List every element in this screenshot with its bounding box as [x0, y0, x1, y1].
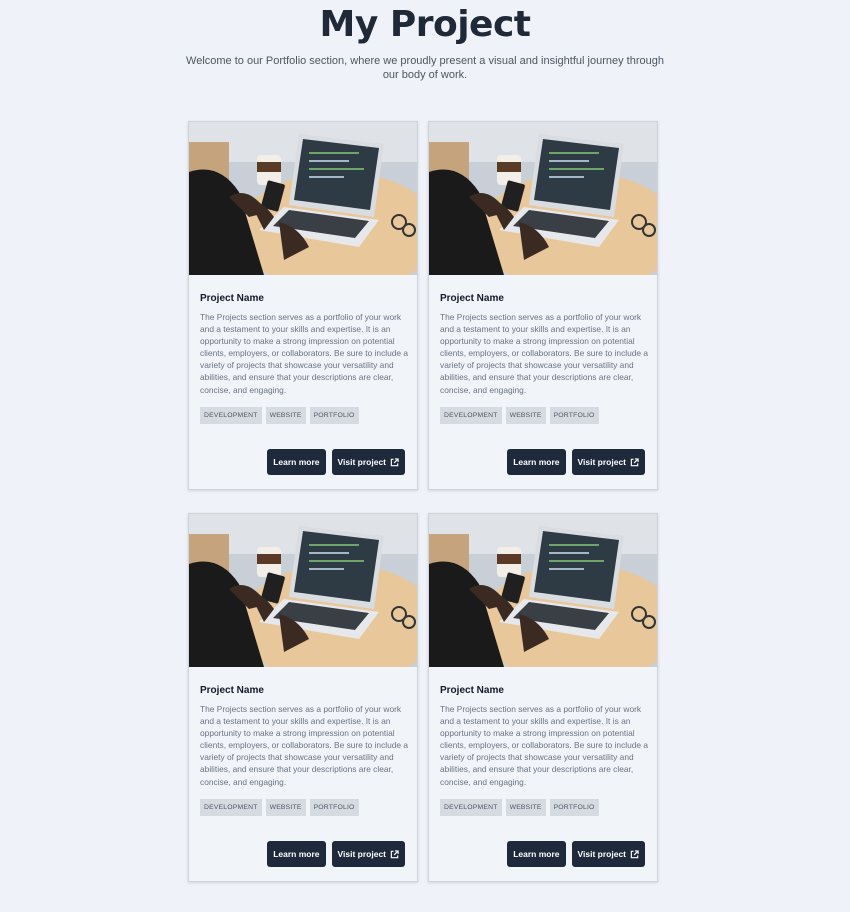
- learn-more-label: Learn more: [273, 849, 320, 859]
- project-name: Project Name: [200, 685, 264, 696]
- project-name: Project Name: [440, 293, 504, 304]
- visit-project-label: Visit project: [577, 457, 627, 467]
- tag-list: DEVELOPMENT WEBSITE PORTFOLIO: [440, 799, 599, 816]
- tag-portfolio: PORTFOLIO: [309, 799, 359, 816]
- project-image: [189, 122, 417, 275]
- project-name: Project Name: [200, 293, 264, 304]
- visit-project-button[interactable]: Visit project: [571, 841, 645, 867]
- tag-list: DEVELOPMENT WEBSITE PORTFOLIO: [200, 799, 359, 816]
- visit-project-label: Visit project: [337, 457, 387, 467]
- learn-more-label: Learn more: [513, 457, 560, 467]
- tag-development: DEVELOPMENT: [200, 799, 262, 816]
- tag-website: WEBSITE: [505, 799, 546, 816]
- project-name: Project Name: [440, 685, 504, 696]
- visit-project-button[interactable]: Visit project: [331, 841, 405, 867]
- visit-project-label: Visit project: [577, 849, 627, 859]
- learn-more-button[interactable]: Learn more: [507, 449, 566, 475]
- learn-more-button[interactable]: Learn more: [267, 841, 326, 867]
- project-description: The Projects section serves as a portfol…: [200, 312, 409, 395]
- visit-project-label: Visit project: [337, 849, 387, 859]
- tag-list: DEVELOPMENT WEBSITE PORTFOLIO: [440, 407, 599, 424]
- project-description: The Projects section serves as a portfol…: [200, 704, 409, 787]
- page-subtitle: Welcome to our Portfolio section, where …: [186, 55, 664, 81]
- project-card: Project Name The Projects section serves…: [188, 121, 418, 490]
- tag-development: DEVELOPMENT: [200, 407, 262, 424]
- portfolio-page: My Project Welcome to our Portfolio sect…: [0, 0, 850, 912]
- external-link-icon: [390, 457, 399, 466]
- card-actions: Learn more Visit project: [507, 449, 645, 475]
- project-card: Project Name The Projects section serves…: [428, 513, 658, 882]
- project-card: Project Name The Projects section serves…: [188, 513, 418, 882]
- learn-more-label: Learn more: [273, 457, 320, 467]
- learn-more-label: Learn more: [513, 849, 560, 859]
- external-link-icon: [630, 457, 639, 466]
- project-image: [429, 122, 657, 275]
- page-title: My Project: [319, 4, 532, 45]
- learn-more-button[interactable]: Learn more: [267, 449, 326, 475]
- project-card: Project Name The Projects section serves…: [428, 121, 658, 490]
- tag-list: DEVELOPMENT WEBSITE PORTFOLIO: [200, 407, 359, 424]
- project-description: The Projects section serves as a portfol…: [440, 704, 649, 787]
- visit-project-button[interactable]: Visit project: [331, 449, 405, 475]
- tag-development: DEVELOPMENT: [440, 407, 502, 424]
- visit-project-button[interactable]: Visit project: [571, 449, 645, 475]
- tag-portfolio: PORTFOLIO: [549, 407, 599, 424]
- external-link-icon: [630, 849, 639, 858]
- card-actions: Learn more Visit project: [267, 449, 405, 475]
- project-description: The Projects section serves as a portfol…: [440, 312, 649, 395]
- tag-portfolio: PORTFOLIO: [309, 407, 359, 424]
- card-actions: Learn more Visit project: [507, 841, 645, 867]
- project-image: [429, 514, 657, 667]
- tag-website: WEBSITE: [505, 407, 546, 424]
- tag-website: WEBSITE: [265, 407, 306, 424]
- tag-portfolio: PORTFOLIO: [549, 799, 599, 816]
- card-actions: Learn more Visit project: [267, 841, 405, 867]
- external-link-icon: [390, 849, 399, 858]
- tag-website: WEBSITE: [265, 799, 306, 816]
- tag-development: DEVELOPMENT: [440, 799, 502, 816]
- learn-more-button[interactable]: Learn more: [507, 841, 566, 867]
- project-image: [189, 514, 417, 667]
